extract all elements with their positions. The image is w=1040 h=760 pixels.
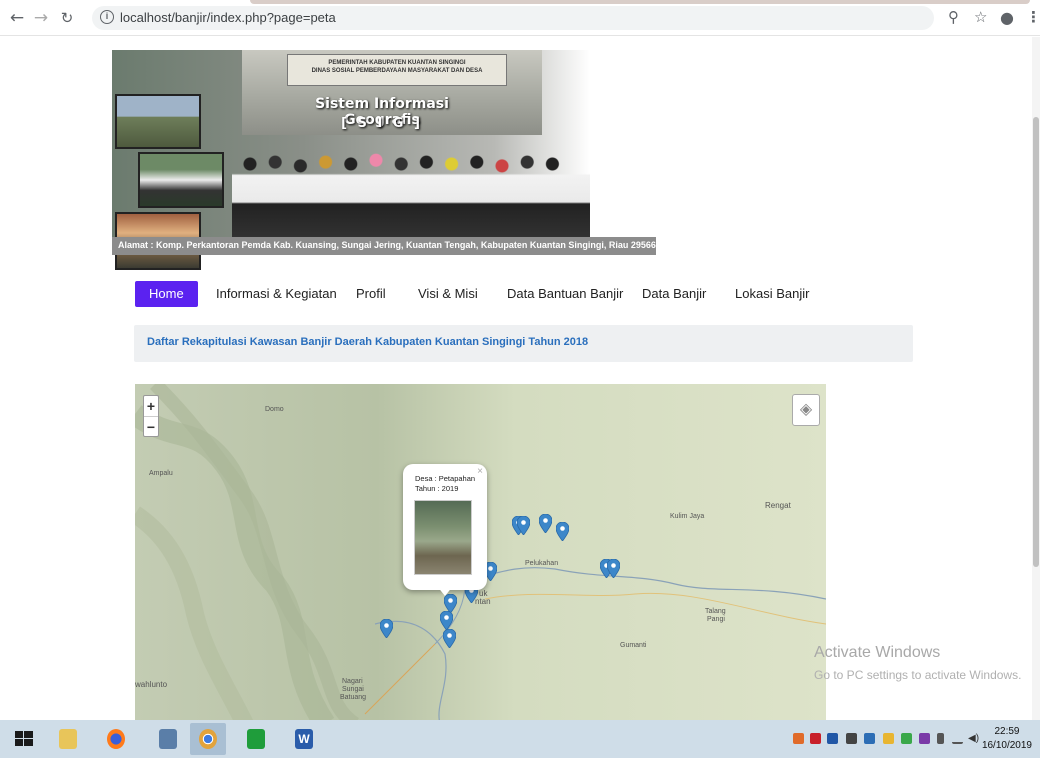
- zoom-icon[interactable]: ⚲: [948, 8, 959, 26]
- map-label-talang: Talang: [705, 608, 726, 615]
- popup-flood-photo: [414, 500, 472, 575]
- back-icon[interactable]: ←: [8, 9, 26, 27]
- map-label-kulim-jaya: Kulim Jaya: [670, 513, 705, 520]
- page-scrollbar[interactable]: [1032, 37, 1040, 720]
- sign-line-2: DINAS SOSIAL PEMBERDAYAAN MASYARAKAT DAN…: [311, 68, 483, 74]
- taskbar-store[interactable]: [238, 723, 274, 755]
- flag-icon[interactable]: [846, 733, 857, 744]
- taskbar-app[interactable]: [150, 723, 186, 755]
- map-marker-icon[interactable]: [380, 619, 393, 638]
- firefox-icon: [107, 729, 125, 749]
- nav-informasi-kegiatan[interactable]: Informasi & Kegiatan: [216, 281, 337, 307]
- clock-date: 16/10/2019: [981, 740, 1032, 751]
- browser-toolbar: ← → ↻ i localhost/banjir/index.php?page=…: [0, 0, 1040, 36]
- forward-icon[interactable]: →: [32, 9, 50, 27]
- map-label-pangi: Pangi: [707, 616, 725, 623]
- info-panel: Daftar Rekapitulasi Kawasan Banjir Daera…: [134, 325, 913, 362]
- start-button[interactable]: [6, 723, 42, 755]
- page-body: PEMERINTAH KABUPATEN KUANTAN SINGINGI DI…: [0, 37, 1040, 720]
- map-marker-icon[interactable]: [443, 629, 456, 648]
- zoom-in-button[interactable]: +: [144, 396, 158, 416]
- nav-data-banjir[interactable]: Data Banjir: [642, 281, 706, 307]
- map-label-gumanti: Gumanti: [620, 642, 647, 649]
- group-photo: [232, 145, 590, 240]
- info-icon[interactable]: i: [100, 10, 114, 24]
- sign-line-1: PEMERINTAH KABUPATEN KUANTAN SINGINGI: [328, 60, 466, 66]
- map-popup: × Desa : Petapahan Tahun : 2019: [403, 464, 487, 596]
- map-label-rengat: Rengat: [765, 501, 791, 510]
- office-sign: PEMERINTAH KABUPATEN KUANTAN SINGINGI DI…: [287, 54, 507, 86]
- info-link[interactable]: Daftar Rekapitulasi Kawasan Banjir Daera…: [147, 336, 588, 348]
- address-strip: Alamat : Komp. Perkantoran Pemda Kab. Ku…: [112, 237, 656, 255]
- reload-icon[interactable]: ↻: [58, 9, 76, 27]
- taskbar-file-explorer[interactable]: [50, 723, 86, 755]
- flood-map[interactable]: + − ◈ Domo Ampalu Rengat Kulim Jaya Pelu…: [135, 384, 826, 720]
- banner-subtitle: [ S I G ]: [341, 116, 423, 131]
- map-label-pelukahan: Pelukahan: [525, 560, 559, 567]
- nav-visi-misi[interactable]: Visi & Misi: [418, 281, 478, 307]
- activate-windows-subtitle: Go to PC settings to activate Windows.: [814, 668, 1022, 682]
- map-marker-icon[interactable]: [440, 611, 453, 630]
- banner-thumbnail-2: [138, 152, 224, 208]
- taskbar-word[interactable]: W: [286, 723, 322, 755]
- star-icon[interactable]: ☆: [974, 8, 987, 26]
- taskbar-chrome[interactable]: [190, 723, 226, 755]
- bluetooth-icon[interactable]: [827, 733, 838, 744]
- map-marker-icon[interactable]: [539, 514, 552, 533]
- banner-thumbnail-1: [115, 94, 201, 149]
- word-icon: W: [295, 729, 313, 749]
- map-marker-icon[interactable]: [607, 559, 620, 578]
- tab-strip: [250, 0, 1030, 4]
- nav-home[interactable]: Home: [135, 281, 198, 307]
- map-label-batuang: Batuang: [340, 694, 367, 701]
- taskbar-firefox[interactable]: [98, 723, 134, 755]
- map-label-ampalu: Ampalu: [149, 470, 173, 477]
- tray-icon-6[interactable]: [883, 733, 894, 744]
- activate-windows-title: Activate Windows: [814, 644, 941, 661]
- tray-icon-5[interactable]: [864, 733, 875, 744]
- popup-desa: Desa : Petapahan: [415, 474, 476, 483]
- app-icon: [159, 729, 177, 749]
- battery-icon[interactable]: [937, 733, 944, 744]
- nav-lokasi-banjir[interactable]: Lokasi Banjir: [735, 281, 809, 307]
- map-label-domo: Domo: [265, 406, 284, 413]
- store-icon: [247, 729, 265, 749]
- popup-close-icon[interactable]: ×: [477, 466, 483, 477]
- tray-icon-1[interactable]: [793, 733, 804, 744]
- taskbar-clock[interactable]: 22:59 16/10/2019: [982, 725, 1032, 753]
- map-marker-icon[interactable]: [517, 516, 530, 535]
- windows-taskbar: W ◀) 22:59 16/10/2019: [0, 720, 1040, 758]
- windows-logo-icon: [15, 731, 33, 746]
- tray-icon-2[interactable]: [810, 733, 821, 744]
- scrollbar-thumb[interactable]: [1033, 117, 1039, 567]
- chrome-icon: [199, 729, 217, 749]
- tray-icon-7[interactable]: [901, 733, 912, 744]
- folder-icon: [59, 729, 77, 749]
- zoom-control: + −: [143, 395, 159, 437]
- url-text[interactable]: localhost/banjir/index.php?page=peta: [120, 10, 336, 25]
- onenote-icon[interactable]: [919, 733, 930, 744]
- map-label-sungai: Sungai: [342, 686, 364, 693]
- layers-icon[interactable]: ◈: [792, 394, 820, 426]
- signal-icon[interactable]: [952, 733, 963, 744]
- map-marker-icon[interactable]: [556, 522, 569, 541]
- menu-icon[interactable]: ⋮: [1026, 8, 1040, 26]
- map-label-nagari: Nagari: [342, 678, 363, 685]
- nav-profil[interactable]: Profil: [356, 281, 386, 307]
- popup-tahun: Tahun : 2019: [415, 484, 459, 493]
- nav-data-bantuan-banjir[interactable]: Data Bantuan Banjir: [507, 281, 623, 307]
- map-label-wahlunto: wahlunto: [135, 680, 168, 689]
- volume-icon[interactable]: ◀): [968, 733, 979, 744]
- address-text: Alamat : Komp. Perkantoran Pemda Kab. Ku…: [118, 240, 656, 250]
- account-icon[interactable]: ●: [1000, 8, 1014, 27]
- zoom-out-button[interactable]: −: [144, 416, 158, 436]
- popup-tip: [437, 586, 453, 596]
- clock-time: 22:59: [994, 726, 1020, 737]
